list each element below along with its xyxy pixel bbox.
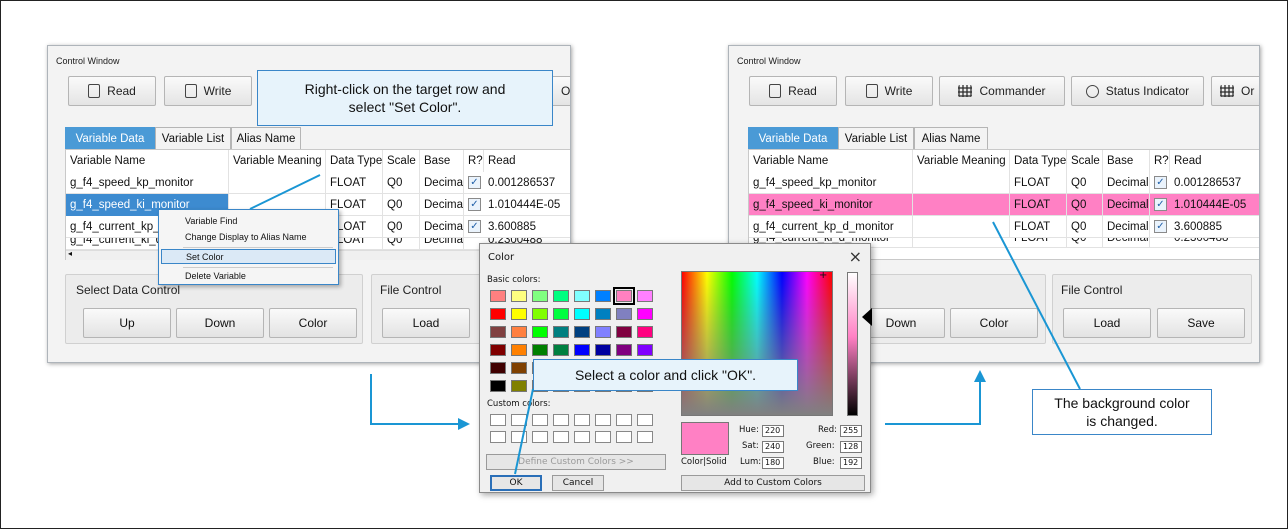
ok-pointer-line <box>514 388 534 475</box>
